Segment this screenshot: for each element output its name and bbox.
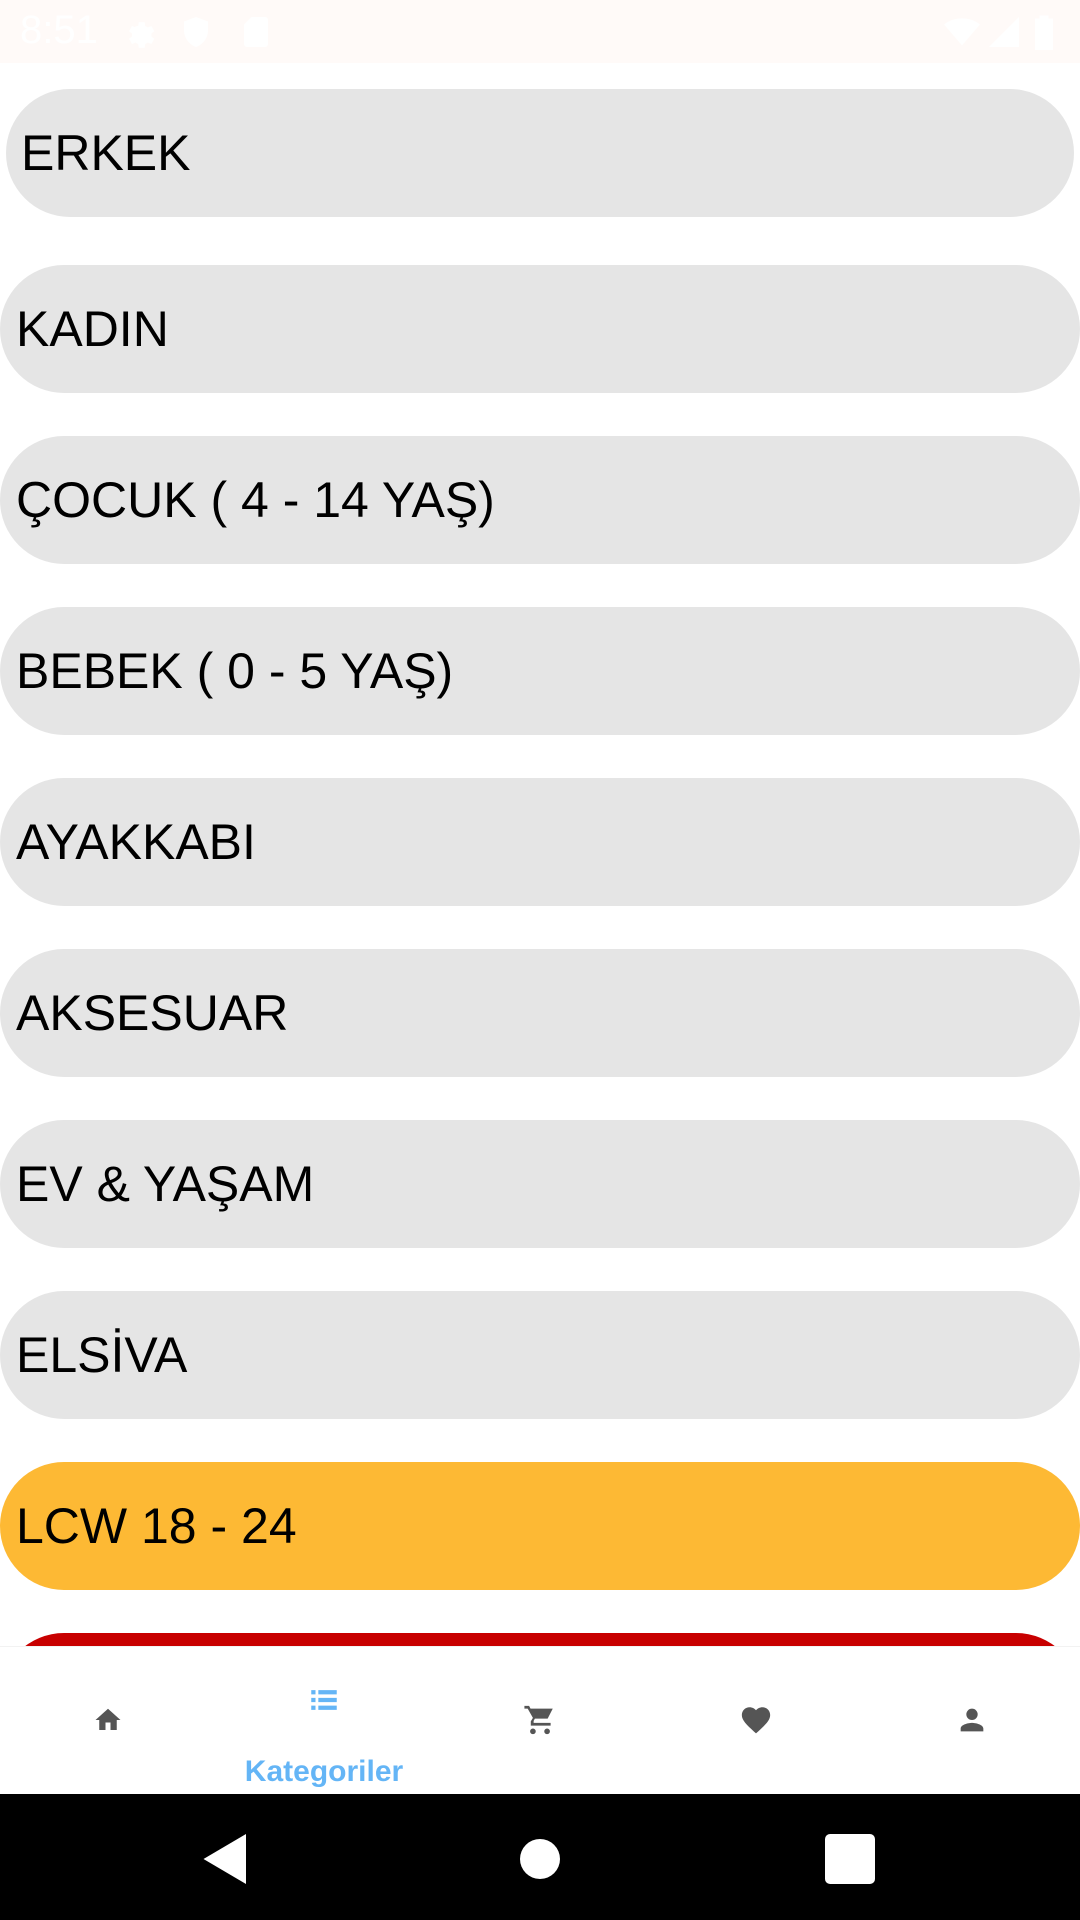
category-item-aksesuar[interactable]: AKSESUAR (0, 949, 1080, 1077)
status-bar: 8:51 (0, 0, 1080, 63)
home-icon (95, 1708, 121, 1730)
person-icon (960, 1708, 984, 1732)
category-label: AYAKKABI (16, 814, 256, 870)
category-label: KADIN (16, 301, 169, 357)
battery-icon (1035, 15, 1053, 50)
category-label: EV & YAŞAM (16, 1156, 315, 1212)
category-label: AKSESUAR (16, 985, 289, 1041)
status-time: 8:51 (20, 8, 98, 52)
back-icon[interactable] (196, 1829, 256, 1889)
category-label: LCW 18 - 24 (16, 1498, 297, 1554)
category-label: ÇOCUK ( 4 - 14 YAŞ) (16, 472, 495, 528)
category-item-red[interactable] (0, 1633, 1080, 1646)
system-nav-bar (0, 1794, 1080, 1920)
app-screen: 8:51 ERKEK KADIN ÇOCUK ( 4 - 14 YAŞ) BEB… (0, 0, 1080, 1920)
category-label: ERKEK (21, 125, 191, 181)
cart-icon (524, 1705, 553, 1735)
nav-profile[interactable] (864, 1647, 1080, 1795)
nav-categories-label: Kategoriler (244, 1755, 404, 1788)
category-item-ayakkabi[interactable]: AYAKKABI (0, 778, 1080, 906)
category-item-ev-yasam[interactable]: EV & YAŞAM (0, 1120, 1080, 1248)
home-circle-icon[interactable] (510, 1829, 570, 1889)
list-icon (311, 1690, 337, 1710)
recents-icon[interactable] (820, 1829, 880, 1889)
nav-home[interactable] (0, 1647, 216, 1795)
category-list: ERKEK KADIN ÇOCUK ( 4 - 14 YAŞ) BEBEK ( … (0, 63, 1080, 1646)
wifi-icon (944, 18, 980, 46)
heart-icon (741, 1707, 771, 1734)
nav-categories[interactable]: Kategoriler (216, 1647, 432, 1795)
category-item-bebek[interactable]: BEBEK ( 0 - 5 YAŞ) (0, 607, 1080, 735)
category-label: BEBEK ( 0 - 5 YAŞ) (16, 643, 454, 699)
category-item-erkek[interactable]: ERKEK (6, 89, 1074, 217)
sd-card-icon (244, 17, 268, 47)
nav-favorites[interactable] (648, 1647, 864, 1795)
bottom-nav: Kategoriler (0, 1646, 1080, 1795)
gear-icon (129, 22, 155, 48)
signal-icon (989, 17, 1019, 47)
category-item-cocuk[interactable]: ÇOCUK ( 4 - 14 YAŞ) (0, 436, 1080, 564)
category-label: ELSİVA (16, 1327, 188, 1383)
category-item-lcw-18-24[interactable]: LCW 18 - 24 (0, 1462, 1080, 1590)
nav-cart[interactable] (432, 1647, 648, 1795)
category-item-kadin[interactable]: KADIN (0, 265, 1080, 393)
shield-icon (184, 17, 208, 47)
category-item-elsiva[interactable]: ELSİVA (0, 1291, 1080, 1419)
